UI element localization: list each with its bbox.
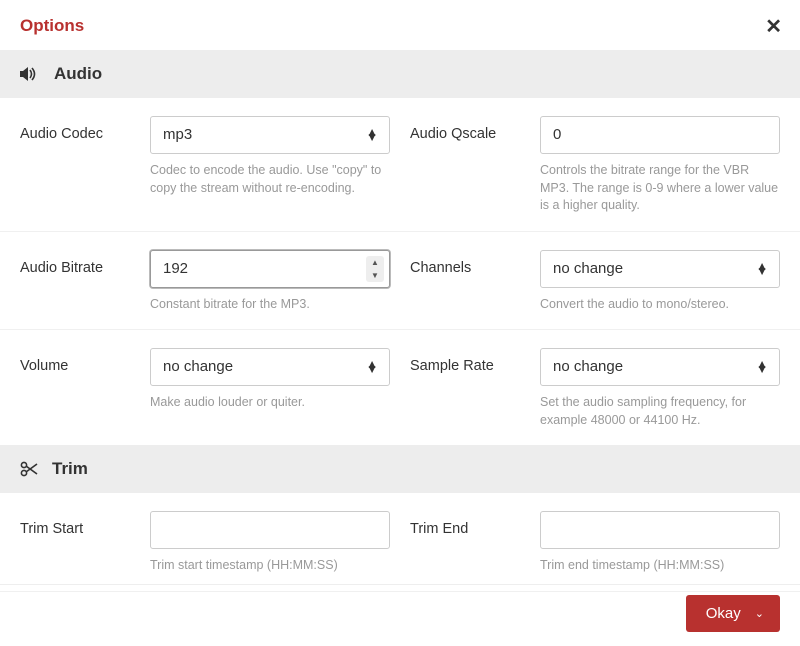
audio-codec-select[interactable]: mp3 (150, 116, 390, 154)
close-icon[interactable]: ✕ (765, 14, 782, 39)
audio-bitrate-label: Audio Bitrate (20, 250, 140, 314)
sample-rate-select[interactable]: no change (540, 348, 780, 386)
volume-icon (20, 66, 40, 82)
section-title-audio: Audio (54, 64, 102, 84)
row-trim: Trim Start Trim start timestamp (HH:MM:S… (0, 493, 800, 592)
section-header-audio: Audio (0, 50, 800, 98)
volume-select[interactable]: no change (150, 348, 390, 386)
sample-rate-hint: Set the audio sampling frequency, for ex… (540, 394, 780, 429)
volume-hint: Make audio louder or quiter. (150, 394, 390, 412)
bitrate-spinner: ▲ ▼ (366, 256, 384, 282)
audio-bitrate-input[interactable] (150, 250, 390, 288)
dialog-title: Options (20, 16, 780, 36)
row-bitrate-channels: Audio Bitrate ▲ ▼ Constant bitrate for t… (0, 232, 800, 331)
section-header-trim: Trim (0, 445, 800, 493)
trim-start-label: Trim Start (20, 511, 140, 575)
scissors-icon (20, 461, 38, 477)
sample-rate-label: Sample Rate (410, 348, 530, 429)
dialog-header: Options ✕ (0, 0, 800, 50)
okay-button-label: Okay (706, 605, 741, 622)
bitrate-up-icon[interactable]: ▲ (366, 256, 384, 269)
volume-label: Volume (20, 348, 140, 429)
trim-end-input[interactable] (540, 511, 780, 549)
dialog-footer: Okay ⌄ (0, 584, 800, 646)
row-volume-samplerate: Volume no change ▲▼ Make audio louder or… (0, 330, 800, 445)
audio-qscale-input[interactable] (540, 116, 780, 154)
channels-select[interactable]: no change (540, 250, 780, 288)
channels-label: Channels (410, 250, 530, 314)
audio-codec-label: Audio Codec (20, 116, 140, 215)
chevron-down-icon: ⌄ (755, 607, 764, 620)
trim-end-hint: Trim end timestamp (HH:MM:SS) (540, 557, 780, 575)
bitrate-down-icon[interactable]: ▼ (366, 269, 384, 282)
audio-bitrate-hint: Constant bitrate for the MP3. (150, 296, 390, 314)
audio-codec-hint: Codec to encode the audio. Use "copy" to… (150, 162, 390, 197)
audio-qscale-hint: Controls the bitrate range for the VBR M… (540, 162, 780, 215)
trim-end-label: Trim End (410, 511, 530, 575)
trim-start-input[interactable] (150, 511, 390, 549)
row-codec-qscale: Audio Codec mp3 ▲▼ Codec to encode the a… (0, 98, 800, 232)
okay-button[interactable]: Okay ⌄ (686, 595, 780, 632)
audio-qscale-label: Audio Qscale (410, 116, 530, 215)
channels-hint: Convert the audio to mono/stereo. (540, 296, 780, 314)
section-title-trim: Trim (52, 459, 88, 479)
trim-start-hint: Trim start timestamp (HH:MM:SS) (150, 557, 390, 575)
